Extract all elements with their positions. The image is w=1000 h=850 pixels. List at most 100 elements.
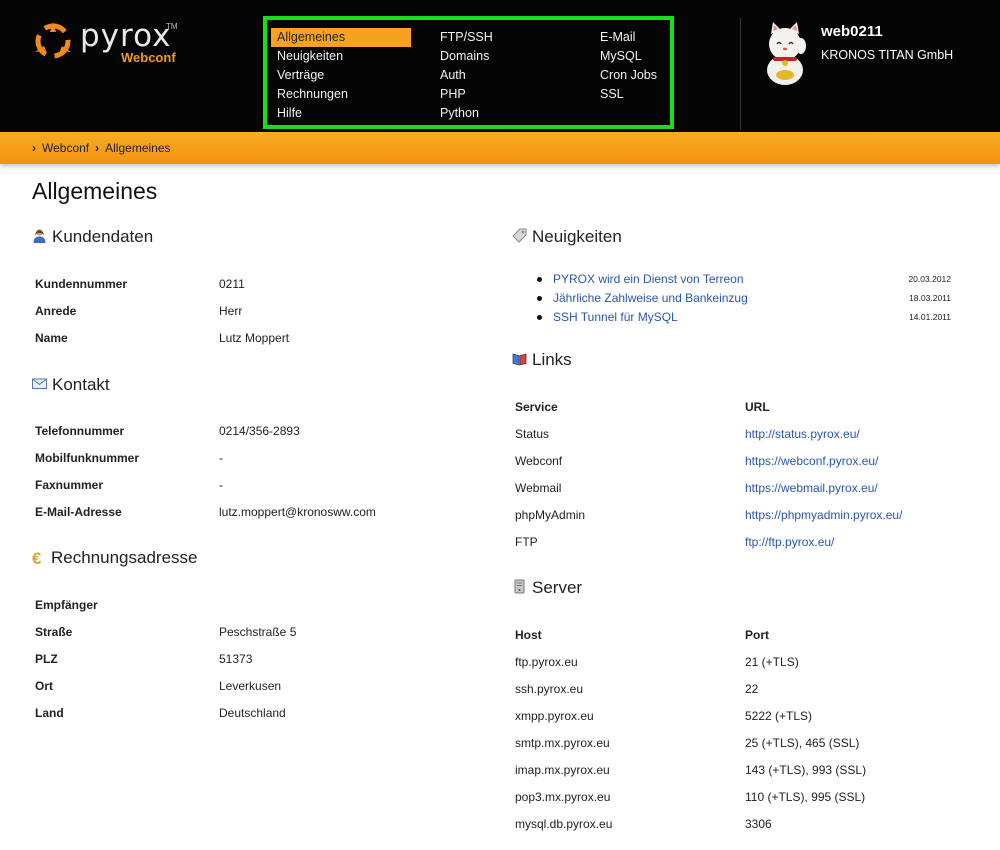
email-label: E-Mail-Adresse: [35, 504, 122, 519]
ort-value: Leverkusen: [219, 678, 282, 693]
nav-item-ssl[interactable]: SSL: [594, 85, 657, 104]
nav-item-auth[interactable]: Auth: [434, 66, 493, 85]
nav-item-ftp-ssh[interactable]: FTP/SSH: [434, 28, 493, 47]
links-heading: Links: [512, 350, 572, 370]
nav-item-rechnungen[interactable]: Rechnungen: [271, 85, 411, 104]
kundendaten-heading: Kundendaten: [32, 227, 153, 247]
mobilfunknummer-value: -: [219, 450, 223, 465]
main-navigation: Allgemeines Neuigkeiten Verträge Rechnun…: [263, 16, 674, 129]
envelope-icon: [32, 378, 47, 389]
news-date: 20.03.2012: [908, 274, 951, 284]
server-host: smtp.mx.pyrox.eu: [515, 735, 610, 750]
header: pyrox TM Webconf Allgemeines Neuigkeiten…: [0, 0, 1000, 132]
service-url-link[interactable]: https://phpmyadmin.pyrox.eu/: [745, 508, 902, 522]
table-row: Ort Leverkusen: [35, 672, 296, 699]
table-row: ftp.pyrox.eu 21 (+TLS): [515, 648, 866, 675]
news-link[interactable]: SSH Tunnel für MySQL: [553, 310, 678, 324]
table-row: Kundennummer 0211: [35, 270, 289, 297]
kundendaten-title: Kundendaten: [52, 227, 154, 246]
table-row: phpMyAdmin https://phpmyadmin.pyrox.eu/: [515, 501, 902, 528]
nav-item-python[interactable]: Python: [434, 104, 493, 123]
table-row: pop3.mx.pyrox.eu 110 (+TLS), 995 (SSL): [515, 783, 866, 810]
server-host: mysql.db.pyrox.eu: [515, 816, 613, 831]
brand-name: pyrox: [80, 18, 172, 54]
nav-item-mysql[interactable]: MySQL: [594, 47, 657, 66]
news-item: SSH Tunnel für MySQL 14.01.2011: [535, 310, 955, 329]
bullet: [537, 296, 542, 301]
table-row: Status http://status.pyrox.eu/: [515, 420, 902, 447]
service-name: Status: [515, 426, 550, 441]
anrede-label: Anrede: [35, 303, 77, 318]
server-heading: Server: [512, 578, 582, 598]
service-name: Webmail: [515, 480, 562, 495]
service-url-link[interactable]: ftp://ftp.pyrox.eu/: [745, 535, 834, 549]
mobilfunknummer-label: Mobilfunknummer: [35, 450, 139, 465]
table-row: Empfänger: [35, 591, 296, 618]
news-link[interactable]: Jährliche Zahlweise und Bankeinzug: [553, 291, 748, 305]
table-row: mysql.db.pyrox.eu 3306: [515, 810, 866, 837]
nav-item-email[interactable]: E-Mail: [594, 28, 657, 47]
kontakt-table: Telefonnummer 0214/356-2893 Mobilfunknumm…: [35, 417, 376, 525]
table-row: Straße Peschstraße 5: [35, 618, 296, 645]
empfaenger-value: [219, 591, 296, 618]
server-icon: [514, 579, 525, 594]
neuigkeiten-title: Neuigkeiten: [532, 227, 622, 246]
table-row: Land Deutschland: [35, 699, 296, 726]
breadcrumb-item-webconf[interactable]: Webconf: [42, 141, 89, 155]
name-label: Name: [35, 330, 68, 345]
table-row: Mobilfunknummer -: [35, 444, 376, 471]
table-row: Faxnummer -: [35, 471, 376, 498]
service-url-link[interactable]: https://webmail.pyrox.eu/: [745, 481, 878, 495]
pyrox-logo[interactable]: pyrox TM Webconf: [30, 18, 190, 68]
server-host: imap.mx.pyrox.eu: [515, 762, 610, 777]
ort-label: Ort: [35, 678, 53, 693]
strasse-label: Straße: [35, 624, 73, 639]
tag-icon: [512, 228, 527, 243]
server-port: 143 (+TLS), 993 (SSL): [745, 762, 867, 777]
service-url-link[interactable]: https://webconf.pyrox.eu/: [745, 454, 878, 468]
kundennummer-label: Kundennummer: [35, 276, 128, 291]
table-row: PLZ 51373: [35, 645, 296, 672]
email-value: lutz.moppert@kronosww.com: [219, 504, 376, 519]
service-url-link[interactable]: http://status.pyrox.eu/: [745, 427, 860, 441]
nav-item-domains[interactable]: Domains: [434, 47, 493, 66]
server-host: pop3.mx.pyrox.eu: [515, 789, 611, 804]
nav-item-hilfe[interactable]: Hilfe: [271, 104, 411, 123]
nav-item-php[interactable]: PHP: [434, 85, 493, 104]
nav-column-3: E-Mail MySQL Cron Jobs SSL: [594, 28, 657, 104]
table-row: Telefonnummer 0214/356-2893: [35, 417, 376, 444]
breadcrumb: › Webconf › Allgemeines: [32, 141, 177, 155]
table-row: Name Lutz Moppert: [35, 324, 289, 351]
nav-item-neuigkeiten[interactable]: Neuigkeiten: [271, 47, 411, 66]
server-table: Host Port ftp.pyrox.eu 21 (+TLS) ssh.pyrox…: [515, 621, 866, 837]
telefonnummer-value: 0214/356-2893: [219, 423, 300, 438]
land-value: Deutschland: [219, 705, 286, 720]
server-host: ssh.pyrox.eu: [515, 681, 584, 696]
rechnungsadresse-table: Empfänger Straße Peschstraße 5 PLZ 51373 O…: [35, 591, 296, 726]
news-list: PYROX wird ein Dienst von Terreon 20.03.2…: [535, 272, 955, 329]
user-company: KRONOS TITAN GmbH: [821, 48, 954, 62]
nav-item-vertraege[interactable]: Verträge: [271, 66, 411, 85]
breadcrumb-arrow-icon: ›: [95, 141, 100, 155]
brand-trademark: TM: [166, 22, 178, 31]
book-icon: [512, 353, 527, 366]
bullet: [537, 277, 542, 282]
server-host: xmpp.pyrox.eu: [515, 708, 594, 723]
server-port: 25 (+TLS), 465 (SSL): [745, 735, 860, 750]
nav-item-allgemeines[interactable]: Allgemeines: [271, 28, 411, 47]
breadcrumb-item-allgemeines[interactable]: Allgemeines: [105, 141, 170, 155]
euro-icon: €: [32, 549, 42, 568]
strasse-value: Peschstraße 5: [219, 624, 297, 639]
column-header-host: Host: [515, 627, 542, 642]
links-title: Links: [532, 350, 572, 369]
anrede-value: Herr: [219, 303, 243, 318]
server-port: 22: [745, 681, 759, 696]
breadcrumb-bar: › Webconf › Allgemeines: [0, 132, 1000, 164]
server-port: 21 (+TLS): [745, 654, 799, 669]
nav-item-cron-jobs[interactable]: Cron Jobs: [594, 66, 657, 85]
nav-column-2: FTP/SSH Domains Auth PHP Python: [434, 28, 493, 123]
server-port: 5222 (+TLS): [745, 708, 813, 723]
name-value: Lutz Moppert: [219, 330, 290, 345]
news-link[interactable]: PYROX wird ein Dienst von Terreon: [553, 272, 744, 286]
kontakt-heading: Kontakt: [32, 375, 110, 395]
